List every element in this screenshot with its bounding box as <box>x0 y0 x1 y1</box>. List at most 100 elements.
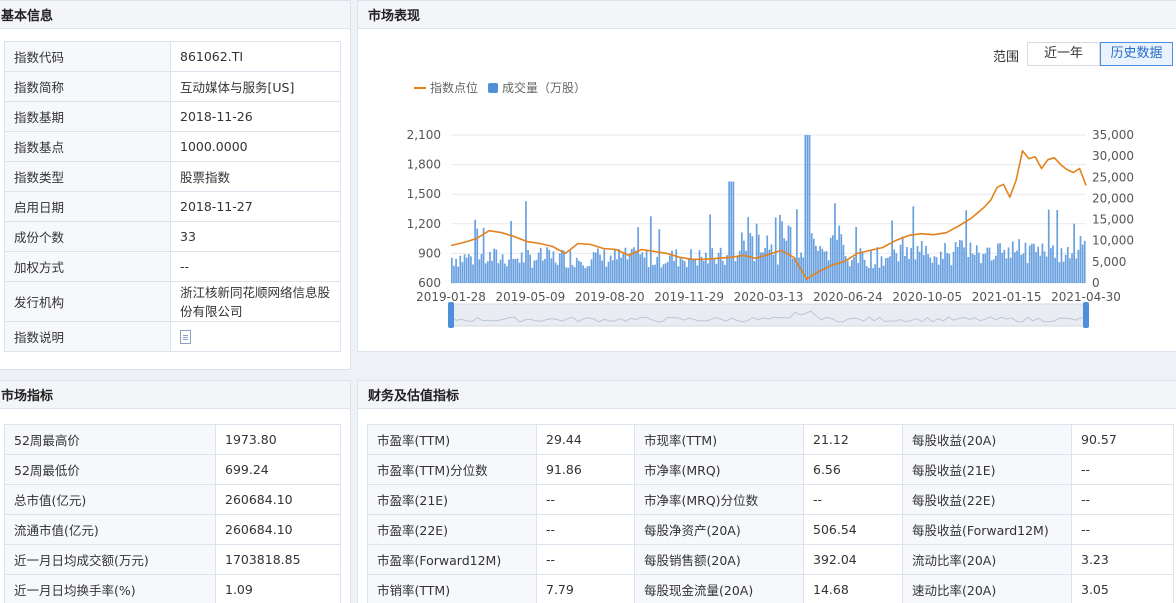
volume-bar <box>618 249 620 283</box>
volume-bar <box>1064 254 1067 283</box>
volume-bar <box>851 260 853 283</box>
volume-bar <box>594 252 597 283</box>
basic-info-row: 指数基期 2018-11-26 <box>4 101 341 132</box>
volume-bar <box>679 257 682 283</box>
volume-bar <box>652 264 654 283</box>
volume-bar <box>1018 239 1020 283</box>
volume-bar <box>675 249 678 283</box>
volume-bar <box>550 258 553 283</box>
y-right-tick-label: 5,000 <box>1092 255 1126 269</box>
volume-bar <box>563 250 565 283</box>
volume-bar <box>946 252 948 283</box>
volume-bar <box>713 259 716 283</box>
volume-bar <box>827 260 830 283</box>
finance-value: 506.54 <box>803 514 903 545</box>
volume-bar <box>783 238 786 283</box>
volume-bar <box>707 263 709 283</box>
volume-bar <box>497 263 500 283</box>
volume-bar <box>501 254 504 283</box>
volume-bar <box>889 256 891 283</box>
y-left-tick-label: 1,200 <box>407 217 441 231</box>
volume-bar <box>451 257 453 283</box>
volume-bar <box>971 253 974 283</box>
volume-bar <box>950 265 953 283</box>
volume-bar <box>992 259 995 283</box>
y-left-tick-label: 600 <box>418 276 441 290</box>
volume-bar <box>806 135 809 283</box>
finance-key: 每股收益(21E) <box>902 454 1072 485</box>
volume-bar <box>944 242 946 283</box>
y-right-tick-label: 30,000 <box>1092 149 1134 163</box>
volume-bar <box>755 223 758 283</box>
volume-bar <box>518 262 521 283</box>
finance-value: 3.23 <box>1071 544 1174 575</box>
volume-bar <box>599 254 601 283</box>
volume-bar <box>872 268 874 283</box>
volume-bar <box>1073 223 1075 283</box>
x-tick-label: 2020-10-05 <box>892 290 962 304</box>
volume-bar <box>901 236 904 283</box>
basic-info-row: 发行机构 浙江核新同花顺网络信息股份有限公司 <box>4 281 341 322</box>
basic-info-header: 基本信息 <box>0 1 350 29</box>
market-chart[interactable]: 600 900 1,200 1,500 1,800 2,100 0 5,000 10,000 15… <box>358 29 1176 349</box>
volume-bar <box>529 254 532 283</box>
volume-bar <box>973 254 976 283</box>
volume-bar <box>546 247 548 283</box>
finance-key: 市销率(TTM) <box>367 574 537 603</box>
volume-bar <box>984 253 987 283</box>
volume-bar <box>939 251 942 283</box>
volume-bar <box>677 266 680 283</box>
x-tick-label: 2020-06-24 <box>813 290 883 304</box>
volume-bar <box>535 259 538 283</box>
finance-key: 市盈率(22E) <box>367 514 537 545</box>
volume-bar <box>1001 252 1004 283</box>
volume-bar <box>643 257 646 283</box>
volume-bar <box>1003 249 1006 283</box>
navigator-handle-left[interactable] <box>448 302 454 328</box>
volume-bar <box>548 249 551 283</box>
volume-bar <box>933 256 936 283</box>
volume-bar <box>1075 258 1078 283</box>
basic-info-value: 33 <box>170 221 341 252</box>
volume-bar <box>539 247 542 283</box>
volume-bar <box>967 257 970 283</box>
y-right-tick-label: 15,000 <box>1092 213 1134 227</box>
volume-bar <box>990 260 993 283</box>
volume-bar <box>910 248 913 283</box>
volume-bar <box>499 259 502 283</box>
volume-bar <box>508 259 510 283</box>
volume-bar <box>556 264 559 283</box>
market-panel: 市场表现 范围 近一年 历史数据 指数点位 成交量（万股） 600 900 1,20… <box>357 0 1176 352</box>
volume-bar <box>906 247 908 283</box>
volume-bar <box>1033 243 1035 283</box>
volume-bar <box>664 263 667 283</box>
volume-bar <box>512 258 515 283</box>
volume-bar <box>908 258 910 283</box>
volume-bar <box>1028 245 1031 283</box>
volume-bar <box>616 259 618 283</box>
volume-bar <box>692 259 694 283</box>
x-tick-label: 2021-04-30 <box>1051 290 1121 304</box>
volume-bar <box>649 216 652 283</box>
document-icon[interactable] <box>180 330 191 344</box>
volume-bar <box>757 234 760 283</box>
volume-bar <box>734 261 737 283</box>
y-left-tick-label: 1,800 <box>407 158 441 172</box>
volume-bar <box>1037 246 1040 283</box>
volume-bar <box>730 181 733 283</box>
navigator-handle-right[interactable] <box>1083 302 1089 328</box>
volume-bar <box>660 267 663 283</box>
volume-bar <box>673 260 675 283</box>
volume-bar <box>453 265 455 283</box>
volume-bar <box>542 260 544 283</box>
volume-bar <box>903 255 906 283</box>
volume-bar <box>531 267 534 283</box>
volume-bar <box>506 266 508 283</box>
basic-info-value[interactable] <box>170 321 341 352</box>
indicators-header: 市场指标 <box>0 381 350 409</box>
navigator-track <box>450 303 1087 327</box>
volume-bar <box>700 256 703 283</box>
volume-bar <box>736 256 739 283</box>
volume-bar <box>514 258 517 283</box>
basic-info-row: 指数类型 股票指数 <box>4 161 341 192</box>
